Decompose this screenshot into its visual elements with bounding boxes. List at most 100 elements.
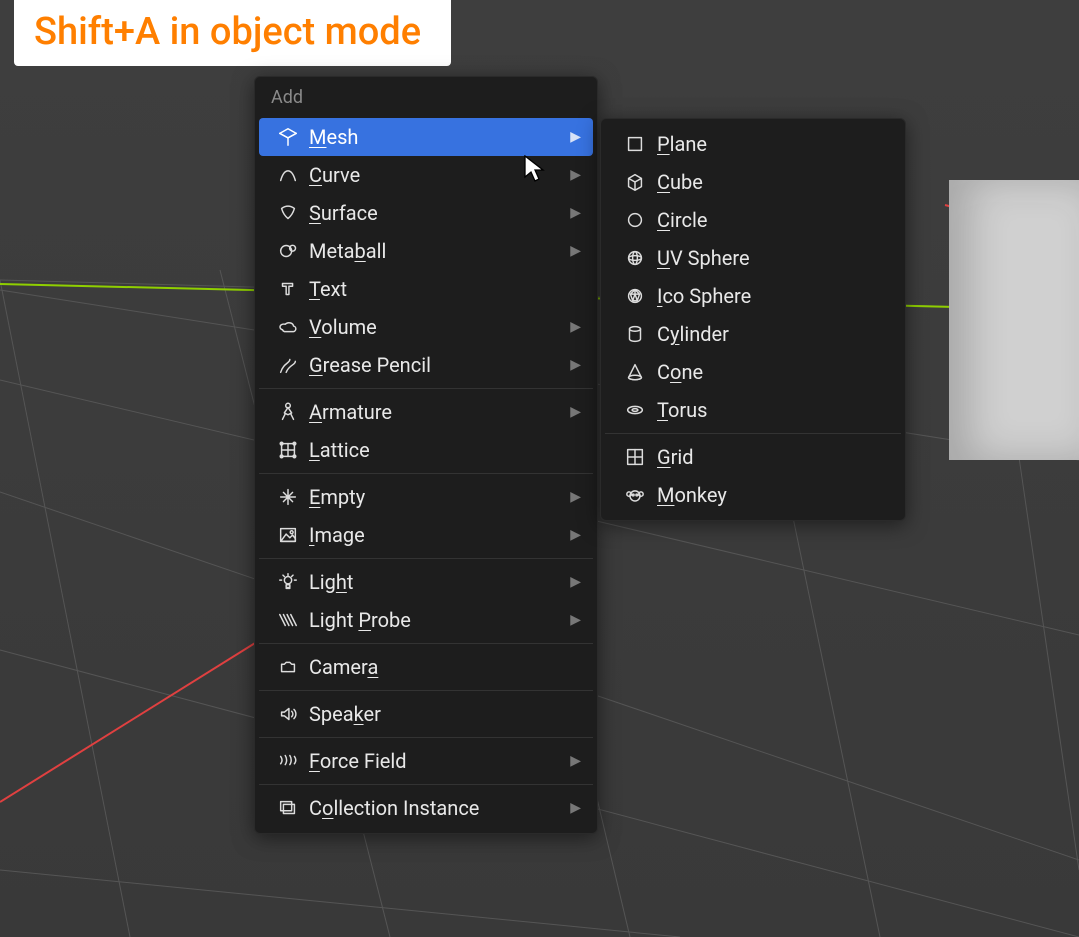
camera-icon	[277, 656, 299, 678]
menu-item-label: UV Sphere	[657, 246, 889, 270]
menu-separator	[259, 558, 593, 559]
cone-icon	[624, 361, 646, 383]
add-menu-item-lattice[interactable]: Lattice	[259, 431, 593, 469]
plane-icon	[624, 133, 646, 155]
add-menu-item-mesh[interactable]: Mesh▶	[259, 118, 593, 156]
chevron-right-icon: ▶	[570, 319, 581, 335]
mesh-menu-item-grid[interactable]: Grid	[605, 438, 901, 476]
menu-item-label: Light	[309, 570, 570, 594]
light-probe-icon	[277, 609, 299, 631]
menu-item-label: Torus	[657, 398, 889, 422]
menu-item-label: Cone	[657, 360, 889, 384]
chevron-right-icon: ▶	[570, 167, 581, 183]
chevron-right-icon: ▶	[570, 753, 581, 769]
menu-separator	[259, 690, 593, 691]
mesh-menu-item-cube[interactable]: Cube	[605, 163, 901, 201]
menu-item-label: Metaball	[309, 239, 570, 263]
chevron-right-icon: ▶	[570, 357, 581, 373]
menu-item-label: Light Probe	[309, 608, 570, 632]
force-field-icon	[277, 750, 299, 772]
menu-item-label: Cylinder	[657, 322, 889, 346]
chevron-right-icon: ▶	[570, 129, 581, 145]
mesh-menu-item-monkey[interactable]: Monkey	[605, 476, 901, 514]
lattice-icon	[277, 439, 299, 461]
surface-icon	[277, 202, 299, 224]
menu-separator	[259, 388, 593, 389]
add-menu-item-volume[interactable]: Volume▶	[259, 308, 593, 346]
menu-item-label: Grid	[657, 445, 889, 469]
empty-icon	[277, 486, 299, 508]
menu-item-label: Grease Pencil	[309, 353, 570, 377]
mesh-menu-item-uv-sphere[interactable]: UV Sphere	[605, 239, 901, 277]
ico-sphere-icon	[624, 285, 646, 307]
mesh-menu-item-cone[interactable]: Cone	[605, 353, 901, 391]
caption-text: Shift+A in object mode	[34, 10, 421, 54]
menu-separator	[605, 433, 901, 434]
chevron-right-icon: ▶	[570, 243, 581, 259]
add-menu-item-armature[interactable]: Armature▶	[259, 393, 593, 431]
menu-item-label: Circle	[657, 208, 889, 232]
menu-separator	[259, 473, 593, 474]
metaball-icon	[277, 240, 299, 262]
add-menu-item-force-field[interactable]: Force Field▶	[259, 742, 593, 780]
menu-item-label: Image	[309, 523, 570, 547]
add-menu-item-empty[interactable]: Empty▶	[259, 478, 593, 516]
chevron-right-icon: ▶	[570, 800, 581, 816]
menu-separator	[259, 784, 593, 785]
menu-item-label: Curve	[309, 163, 570, 187]
add-menu-item-curve[interactable]: Curve▶	[259, 156, 593, 194]
add-menu-item-grease-pencil[interactable]: Grease Pencil▶	[259, 346, 593, 384]
chevron-right-icon: ▶	[570, 205, 581, 221]
add-menu-item-collection-instance[interactable]: Collection Instance▶	[259, 789, 593, 827]
curve-icon	[277, 164, 299, 186]
mesh-icon	[277, 126, 299, 148]
axis-x	[0, 640, 260, 802]
menu-item-label: Speaker	[309, 702, 581, 726]
menu-item-label: Armature	[309, 400, 570, 424]
mesh-submenu: Plane Cube Circle UV Sphere Ico Sphere Cylind…	[600, 118, 906, 521]
menu-item-label: Mesh	[309, 125, 570, 149]
menu-item-label: Volume	[309, 315, 570, 339]
add-menu-item-camera[interactable]: Camera	[259, 648, 593, 686]
monkey-icon	[624, 484, 646, 506]
menu-item-label: Surface	[309, 201, 570, 225]
add-menu-item-light-probe[interactable]: Light Probe▶	[259, 601, 593, 639]
mesh-menu-item-ico-sphere[interactable]: Ico Sphere	[605, 277, 901, 315]
menu-item-label: Monkey	[657, 483, 889, 507]
menu-item-label: Camera	[309, 655, 581, 679]
add-menu-item-text[interactable]: Text	[259, 270, 593, 308]
mesh-menu-item-cylinder[interactable]: Cylinder	[605, 315, 901, 353]
mesh-menu-item-torus[interactable]: Torus	[605, 391, 901, 429]
cube-icon	[624, 171, 646, 193]
chevron-right-icon: ▶	[570, 404, 581, 420]
add-menu-item-light[interactable]: Light▶	[259, 563, 593, 601]
menu-item-label: Collection Instance	[309, 796, 570, 820]
grease-pencil-icon	[277, 354, 299, 376]
caption-box: Shift+A in object mode	[14, 0, 451, 66]
menu-item-label: Ico Sphere	[657, 284, 889, 308]
chevron-right-icon: ▶	[570, 574, 581, 590]
speaker-icon	[277, 703, 299, 725]
add-menu: Add Mesh▶Curve▶Surface▶Metaball▶TextVolu…	[254, 76, 598, 834]
circle-icon	[624, 209, 646, 231]
add-menu-item-speaker[interactable]: Speaker	[259, 695, 593, 733]
menu-item-label: Empty	[309, 485, 570, 509]
add-menu-item-surface[interactable]: Surface▶	[259, 194, 593, 232]
chevron-right-icon: ▶	[570, 612, 581, 628]
image-icon	[277, 524, 299, 546]
menu-separator	[259, 737, 593, 738]
text-icon	[277, 278, 299, 300]
mesh-menu-item-plane[interactable]: Plane	[605, 125, 901, 163]
add-menu-item-image[interactable]: Image▶	[259, 516, 593, 554]
torus-icon	[624, 399, 646, 421]
armature-icon	[277, 401, 299, 423]
collection-icon	[277, 797, 299, 819]
add-menu-item-metaball[interactable]: Metaball▶	[259, 232, 593, 270]
grid-icon	[624, 446, 646, 468]
menu-item-label: Cube	[657, 170, 889, 194]
menu-item-label: Text	[309, 277, 581, 301]
menu-item-label: Lattice	[309, 438, 581, 462]
add-menu-title: Add	[255, 77, 597, 118]
mesh-menu-item-circle[interactable]: Circle	[605, 201, 901, 239]
uv-sphere-icon	[624, 247, 646, 269]
